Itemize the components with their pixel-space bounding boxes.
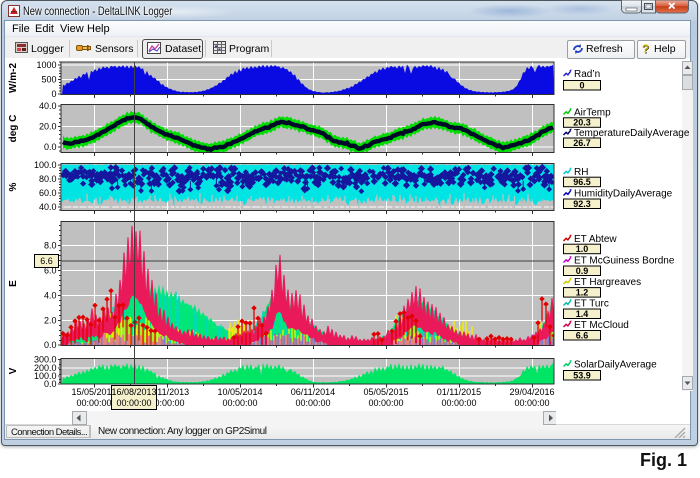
svg-text:8.0: 8.0 [44,241,57,251]
svg-text:10/05/2014: 10/05/2014 [217,387,262,397]
svg-text:W/m-2: W/m-2 [8,63,19,93]
svg-text:00:00:00: 00:00:00 [116,398,151,408]
svg-text:ET McGuiness Bordne: ET McGuiness Bordne [574,256,675,267]
svg-text:00:00:00: 00:00:00 [295,398,330,408]
svg-text:V: V [8,367,19,374]
svg-text:06/11/2014: 06/11/2014 [291,387,335,397]
svg-text:00:00:00: 00:00:00 [222,398,257,408]
svg-text:96.5: 96.5 [573,177,591,187]
svg-text:92.3: 92.3 [573,199,591,209]
svg-text:ET Hargreaves: ET Hargreaves [574,277,641,288]
svg-text:%: % [8,182,19,191]
svg-text:1000: 1000 [36,60,56,70]
svg-text:00:00:00: 00:00:00 [368,398,403,408]
svg-text:0.0: 0.0 [44,379,57,389]
svg-text:1.2: 1.2 [576,287,589,297]
svg-text:2.0: 2.0 [44,316,57,326]
svg-text:4.0: 4.0 [44,291,57,301]
svg-text:0.0: 0.0 [44,340,57,350]
svg-text:Rad’n: Rad’n [574,69,600,80]
svg-text:00:00:00: 00:00:00 [76,398,111,408]
svg-text:6.6: 6.6 [576,330,589,340]
svg-text:0.9: 0.9 [576,266,589,276]
svg-text:16/08/2013: 16/08/2013 [111,387,156,397]
svg-text:05/05/2015: 05/05/2015 [363,387,408,397]
svg-text:SolarDailyAverage: SolarDailyAverage [574,360,657,371]
svg-text:1.4: 1.4 [576,309,589,319]
svg-text:40.0: 40.0 [39,202,57,212]
svg-text:26.7: 26.7 [573,138,591,148]
svg-text:80.0: 80.0 [39,174,57,184]
svg-text:6.6: 6.6 [40,256,53,266]
svg-text:15/05/2013: 15/05/2013 [71,387,116,397]
svg-text:E: E [8,280,19,287]
svg-text:TemperatureDailyAverage: TemperatureDailyAverage [574,128,690,139]
svg-text:0.0: 0.0 [44,142,57,152]
svg-text:53.9: 53.9 [573,370,591,380]
svg-text:0: 0 [51,89,56,99]
svg-text:60.0: 60.0 [39,188,57,198]
svg-text:00:00:00: 00:00:00 [514,398,549,408]
svg-text:0: 0 [579,80,584,90]
svg-text:20.0: 20.0 [39,122,57,132]
svg-text:1.0: 1.0 [576,244,589,254]
svg-text:00:00:00: 00:00:00 [441,398,476,408]
svg-text:29/04/2016: 29/04/2016 [509,387,554,397]
svg-text:deg C: deg C [8,115,19,143]
svg-text:500: 500 [41,75,56,85]
svg-text:40.0: 40.0 [39,101,57,111]
svg-text:20.3: 20.3 [573,118,591,128]
svg-text:100.0: 100.0 [34,160,57,170]
svg-text:01/11/2015: 01/11/2015 [437,387,481,397]
